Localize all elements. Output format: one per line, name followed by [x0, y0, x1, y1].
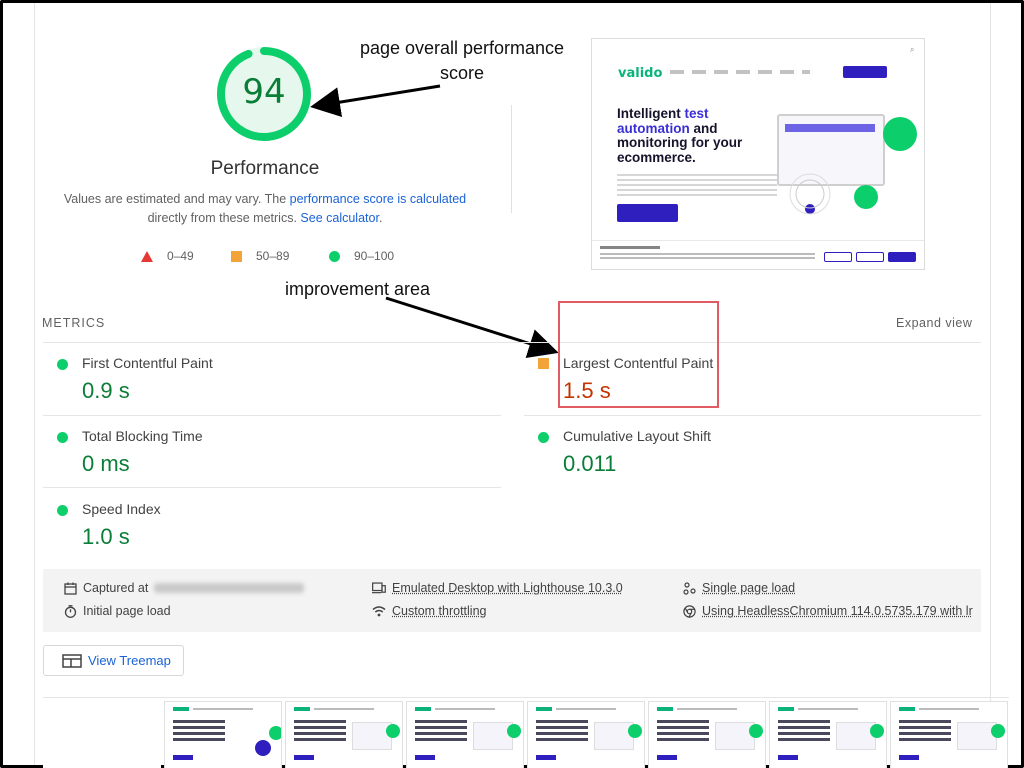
- pass-circle-icon: [538, 432, 549, 443]
- score-arrow: [310, 84, 441, 117]
- chrome-icon: [682, 604, 696, 618]
- info-throttling[interactable]: Custom throttling: [372, 604, 486, 618]
- metric-value: 0.011: [563, 451, 617, 476]
- info-emulated[interactable]: Emulated Desktop with Lighthouse 10.3.0: [372, 581, 623, 595]
- info-single-page[interactable]: Single page load: [682, 581, 795, 595]
- filmstrip-frame: [648, 701, 766, 768]
- pass-circle-icon: [57, 359, 68, 370]
- wifi-icon: [372, 604, 386, 618]
- filmstrip-frame: [406, 701, 524, 768]
- initial-load-label: Initial page load: [83, 604, 171, 618]
- metric-value: 0.9 s: [82, 378, 130, 403]
- nodes-icon: [682, 581, 696, 595]
- filmstrip-frame: [164, 701, 282, 768]
- captured-label: Captured at: [83, 581, 149, 595]
- pass-circle-icon: [57, 505, 68, 516]
- desktop-icon: [372, 581, 386, 595]
- metric-label: Total Blocking Time: [82, 428, 203, 444]
- view-treemap-button[interactable]: View Treemap: [43, 645, 184, 676]
- info-captured: Captured at: [63, 581, 305, 595]
- divider: [43, 415, 501, 416]
- metric-label: Cumulative Layout Shift: [563, 428, 711, 444]
- treemap-icon: [62, 653, 82, 668]
- average-square-icon: [538, 358, 549, 369]
- info-headless[interactable]: Using HeadlessChromium 114.0.5735.179 wi…: [682, 604, 973, 618]
- treemap-label: View Treemap: [88, 653, 171, 668]
- pass-circle-icon: [57, 432, 68, 443]
- info-initial-load: Initial page load: [63, 604, 171, 618]
- filmstrip-frame: [285, 701, 403, 768]
- emulated-label: Emulated Desktop with Lighthouse 10.3.0: [392, 581, 623, 595]
- redacted-timestamp: [154, 583, 305, 593]
- metric-value: 0 ms: [82, 451, 130, 476]
- divider: [43, 342, 981, 343]
- calendar-icon: [63, 581, 77, 595]
- filmstrip-frame-blank: [43, 701, 161, 768]
- filmstrip-frame: [769, 701, 887, 768]
- metric-label: Speed Index: [82, 501, 161, 517]
- divider: [524, 415, 981, 416]
- filmstrip: [43, 697, 1009, 768]
- improvement-arrow: [385, 296, 559, 359]
- expand-view-toggle[interactable]: Expand view: [896, 316, 972, 330]
- improvement-highlight-box: [558, 301, 719, 408]
- throttling-label: Custom throttling: [392, 604, 487, 618]
- runtime-settings-panel: Captured at Initial page load Emulated D…: [43, 569, 981, 632]
- headless-label: Using HeadlessChromium 114.0.5735.179 wi…: [702, 604, 973, 618]
- filmstrip-frame: [527, 701, 645, 768]
- metric-value: 1.0 s: [82, 524, 130, 549]
- metrics-heading: METRICS: [42, 316, 106, 330]
- single-page-label: Single page load: [702, 581, 796, 595]
- stopwatch-icon: [63, 604, 77, 618]
- filmstrip-frame: [890, 701, 1008, 768]
- divider: [43, 487, 501, 488]
- metric-label: First Contentful Paint: [82, 355, 213, 371]
